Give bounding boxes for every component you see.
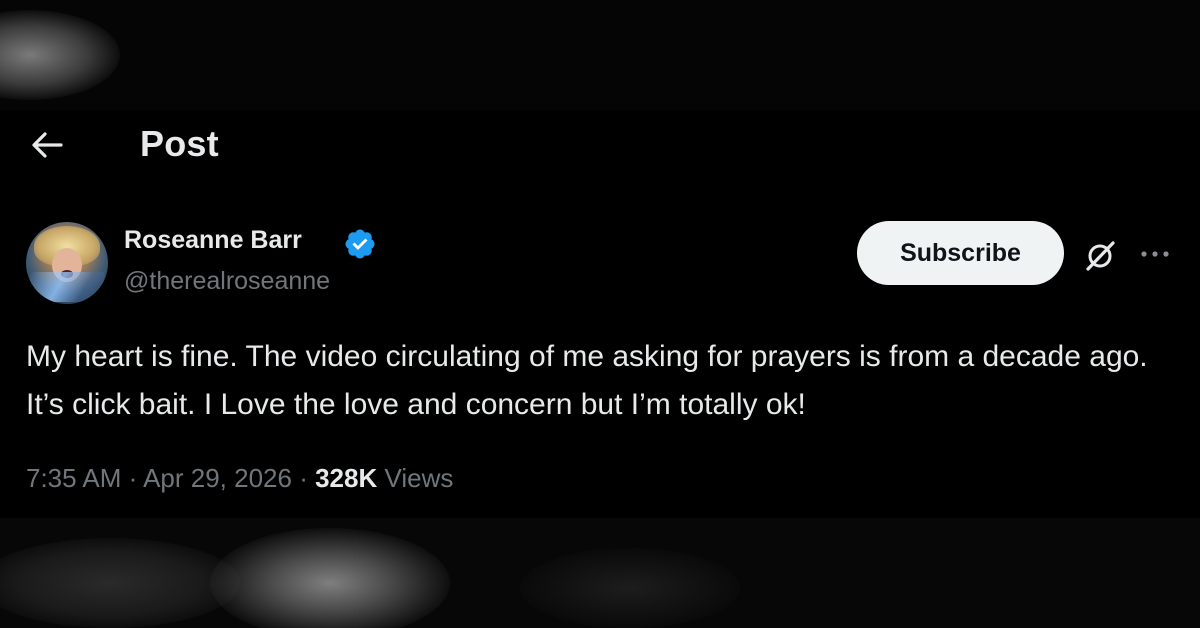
screenshot: Post Roseanne Barr @therealroseanne Subs… bbox=[0, 0, 1200, 628]
blurred-shape bbox=[0, 538, 240, 628]
blurred-background-top bbox=[0, 0, 1200, 110]
post-date[interactable]: Apr 29, 2026 bbox=[143, 463, 292, 493]
subscribe-button[interactable]: Subscribe bbox=[857, 221, 1064, 285]
author-name[interactable]: Roseanne Barr bbox=[124, 226, 302, 255]
views-count: 328K bbox=[315, 463, 378, 493]
meta-separator: · bbox=[291, 463, 316, 493]
more-horizontal-icon[interactable] bbox=[1138, 246, 1172, 262]
blurred-background-bottom bbox=[0, 518, 1200, 628]
post-metadata: 7:35 AM · Apr 29, 2026 · 328K Views bbox=[26, 463, 453, 494]
grok-icon[interactable] bbox=[1082, 238, 1118, 274]
post-header: Post bbox=[0, 110, 1200, 180]
blurred-shape bbox=[520, 548, 740, 628]
verified-badge-icon[interactable] bbox=[343, 227, 377, 261]
avatar[interactable] bbox=[26, 222, 108, 304]
post-text: My heart is fine. The video circulating … bbox=[26, 340, 1148, 421]
author-handle[interactable]: @therealroseanne bbox=[124, 267, 330, 296]
views-label: Views bbox=[377, 463, 454, 493]
page-title: Post bbox=[140, 123, 219, 164]
blurred-shape bbox=[210, 528, 450, 628]
blurred-shape bbox=[0, 10, 120, 100]
post-time[interactable]: 7:35 AM bbox=[26, 463, 121, 493]
arrow-left-icon[interactable] bbox=[30, 130, 64, 160]
meta-separator: · bbox=[121, 463, 144, 493]
